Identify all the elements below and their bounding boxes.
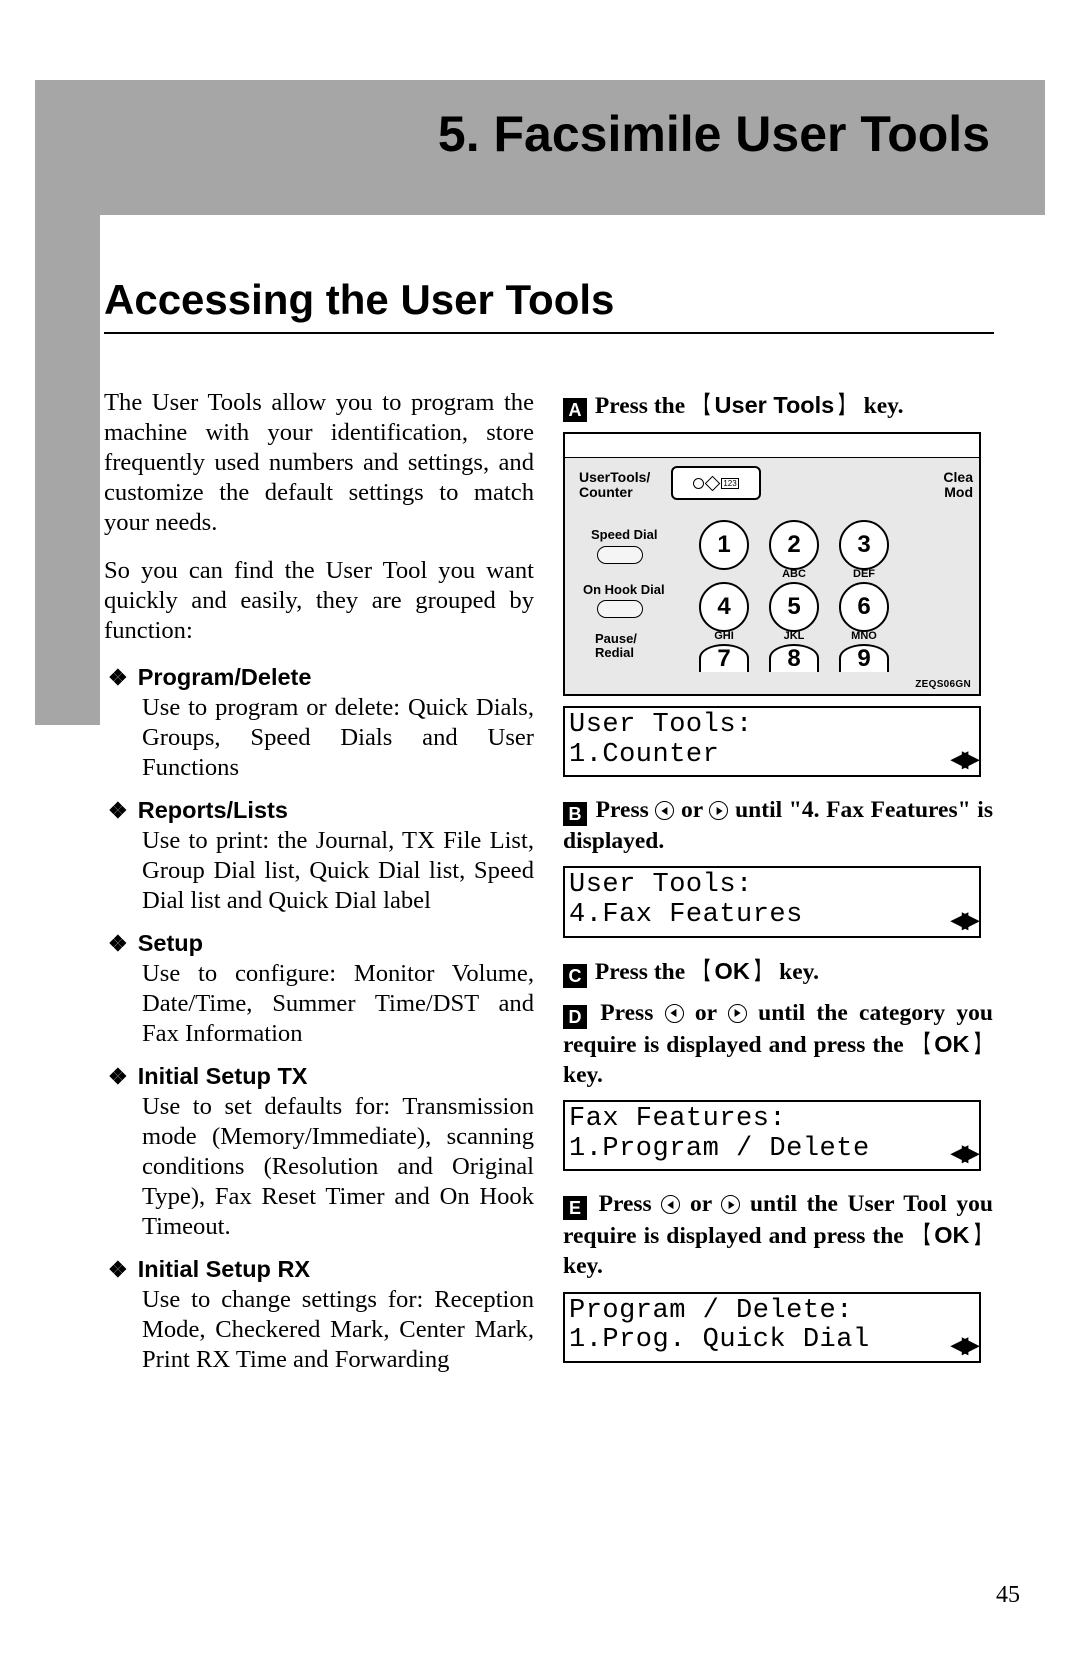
key-1: 1 [699,520,749,570]
key-5: 5 [769,582,819,632]
bullet-head: Initial Setup TX [138,1063,308,1090]
left-arrow-icon [661,1195,680,1214]
key-sub-mno: MNO [839,630,889,642]
key-9: 9 [839,644,889,672]
section-title: Accessing the User Tools [104,276,614,324]
key-sub-abc: ABC [769,568,819,580]
key-6: 6 [839,582,889,632]
bullet-body: Use to change settings for: Reception Mo… [142,1285,534,1375]
bullet-head: Setup [138,930,203,957]
step-3: C Press the 【OK】 key. [563,956,993,988]
device-panel-illustration: UserTools/Counter 123 CleaMod Speed Dial… [563,432,981,696]
image-code: ZEQS06GN [915,679,971,690]
nav-arrows-icon: ◀▶ [951,908,973,932]
step-number-icon: C [563,964,587,988]
lcd-display-2: User Tools: 4.Fax Features ◀▶ [563,866,981,937]
right-column: A Press the 【User Tools】 key. UserTools/… [563,390,993,1381]
lcd-display-3: Fax Features: 1.Program / Delete ◀▶ [563,1100,981,1171]
key-7: 7 [699,644,749,672]
left-arrow-icon [655,801,674,820]
key-sub-def: DEF [839,568,889,580]
key-sub-jkl: JKL [769,630,819,642]
bullet-initial-setup-tx: ❖ Initial Setup TX Use to set defaults fo… [104,1063,534,1242]
lcd-display-1: User Tools: 1.Counter ◀▶ [563,706,981,777]
lcd-display-4: Program / Delete: 1.Prog. Quick Dial ◀▶ [563,1292,981,1363]
left-arrow-icon [665,1004,684,1023]
nav-arrows-icon: ◀▶ [951,747,973,771]
usertools-button: 123 [671,466,761,500]
bullet-body: Use to set defaults for: Transmission mo… [142,1092,534,1242]
step-number-icon: A [563,398,587,422]
bullet-program-delete: ❖ Program/Delete Use to program or delete… [104,664,534,783]
right-arrow-icon [721,1195,740,1214]
diamond-icon: ❖ [108,931,128,958]
bullet-body: Use to configure: Monitor Volume, Date/T… [142,959,534,1049]
nav-arrows-icon: ◀▶ [951,1141,973,1165]
step-1: A Press the 【User Tools】 key. [563,390,993,422]
bullet-head: Reports/Lists [138,797,288,824]
step-number-icon: B [563,802,587,826]
step-number-icon: D [563,1005,587,1029]
key-sub-ghi: GHI [699,630,749,642]
speed-dial-label: Speed Dial [591,527,657,542]
page-number: 45 [996,1582,1020,1609]
usertools-counter-label: UserTools/Counter [579,470,650,499]
on-hook-dial-label: On Hook Dial [583,582,665,597]
key-3: 3 [839,520,889,570]
bullet-reports-lists: ❖ Reports/Lists Use to print: the Journal… [104,797,534,916]
right-arrow-icon [709,801,728,820]
speed-dial-button [597,546,643,564]
diamond-icon: ❖ [108,798,128,825]
key-8: 8 [769,644,819,672]
left-column: The User Tools allow you to program the … [104,388,534,1389]
bullet-body: Use to program or delete: Quick Dials, G… [142,693,534,783]
diamond-icon: ❖ [108,1064,128,1091]
bullet-body: Use to print: the Journal, TX File List,… [142,826,534,916]
bullet-head: Program/Delete [138,664,312,691]
nav-arrows-icon: ◀▶ [951,1333,973,1357]
key-2: 2 [769,520,819,570]
key-4: 4 [699,582,749,632]
step-2: B Press or until "4. Fax Features" is di… [563,795,993,856]
step-4: D Press or until the category you requir… [563,998,993,1090]
bullet-head: Initial Setup RX [138,1256,310,1283]
diamond-icon: ❖ [108,1257,128,1284]
pause-redial-label: Pause/Redial [595,632,637,659]
step-5: E Press or until the User Tool you requi… [563,1189,993,1281]
intro-paragraph-2: So you can find the User Tool you want q… [104,556,534,646]
bullet-initial-setup-rx: ❖ Initial Setup RX Use to change settings… [104,1256,534,1375]
intro-paragraph-1: The User Tools allow you to program the … [104,388,534,538]
clear-modes-label: CleaMod [943,470,973,499]
bullet-setup: ❖ Setup Use to configure: Monitor Volume,… [104,930,534,1049]
chapter-title: 5. Facsimile User Tools [35,105,1045,163]
section-rule [104,332,994,334]
on-hook-dial-button [597,600,643,618]
diamond-icon: ❖ [108,665,128,692]
step-number-icon: E [563,1196,587,1220]
right-arrow-icon [728,1004,747,1023]
gray-sidebar [35,215,100,725]
